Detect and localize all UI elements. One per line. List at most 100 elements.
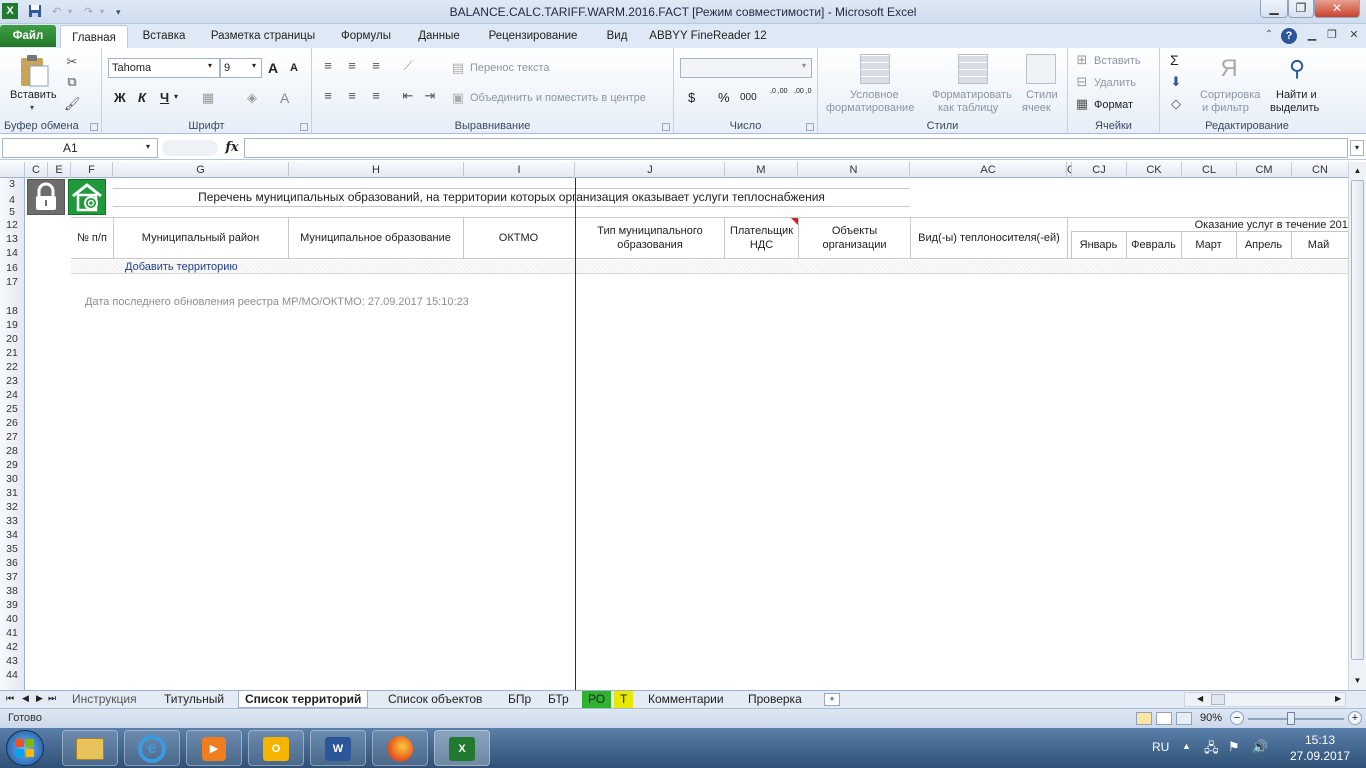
row-header[interactable]: 19 — [0, 319, 24, 331]
format-table-button-line2[interactable]: как таблицу — [938, 102, 998, 114]
clock-time[interactable]: 15:13 — [1290, 733, 1350, 747]
increase-decimal-button[interactable]: ,0 ,00 — [770, 88, 792, 96]
row-header[interactable]: 30 — [0, 473, 24, 485]
cut-icon[interactable]: ✂ — [64, 54, 80, 70]
name-box-dropdown-icon[interactable]: ▾ — [146, 142, 150, 151]
show-hidden-icons-icon[interactable]: ▲ — [1182, 741, 1191, 751]
row-header[interactable]: 33 — [0, 515, 24, 527]
column-header[interactable]: F — [71, 162, 113, 178]
insert-function-button[interactable]: fx — [222, 139, 242, 157]
sheet-tab[interactable]: Инструкция — [66, 691, 143, 708]
row-header[interactable]: 34 — [0, 529, 24, 541]
sheet-tab[interactable]: РО — [582, 691, 612, 708]
clock-date[interactable]: 27.09.2017 — [1284, 749, 1356, 763]
doc-close-icon[interactable]: ✕ — [1346, 28, 1362, 44]
page-layout-view-icon[interactable] — [1156, 712, 1172, 725]
align-bottom-icon[interactable]: ≡ — [368, 58, 384, 74]
orientation-icon[interactable]: ⟋ — [400, 58, 416, 74]
hscroll-right-icon[interactable]: ▶ — [1335, 694, 1341, 703]
horizontal-scrollbar[interactable]: ◀ ▶ — [1184, 692, 1346, 707]
row-header[interactable]: 28 — [0, 445, 24, 457]
row-header[interactable]: 39 — [0, 599, 24, 611]
row-header[interactable]: 5 — [0, 206, 24, 218]
restore-button[interactable]: ❐ — [1288, 0, 1314, 18]
column-header[interactable]: G — [113, 162, 289, 178]
sheet-tab[interactable]: Комментарии — [642, 691, 730, 708]
conditional-format-button-line2[interactable]: форматирование — [826, 102, 914, 114]
page-break-view-icon[interactable] — [1176, 712, 1192, 725]
row-header[interactable]: 43 — [0, 655, 24, 667]
find-select-button-line2[interactable]: выделить — [1270, 102, 1319, 114]
merge-center-button[interactable]: Объединить и поместить в центре — [470, 92, 646, 104]
column-header[interactable]: CN — [1292, 162, 1348, 178]
row-header[interactable]: 12 — [0, 219, 24, 231]
clear-icon[interactable]: ◇ — [1168, 96, 1184, 112]
doc-restore-icon[interactable]: ❐ — [1324, 28, 1340, 44]
paste-button[interactable]: Вставить — [10, 89, 57, 101]
decrease-indent-icon[interactable]: ⇤ — [400, 88, 416, 104]
row-header[interactable]: 29 — [0, 459, 24, 471]
insert-cells-button[interactable]: Вставить — [1094, 55, 1141, 67]
zoom-slider-track[interactable] — [1248, 718, 1344, 720]
row-header[interactable]: 32 — [0, 501, 24, 513]
row-header[interactable]: 4 — [0, 194, 24, 206]
last-sheet-icon[interactable]: ⏭ — [48, 693, 56, 704]
hscroll-thumb[interactable] — [1211, 694, 1225, 705]
sheet-tab[interactable]: БПр — [502, 691, 537, 708]
row-header[interactable]: 26 — [0, 417, 24, 429]
font-size-dropdown-icon[interactable]: ▾ — [252, 61, 256, 70]
column-header[interactable]: CK — [1127, 162, 1182, 178]
minimize-button[interactable]: ▁ — [1260, 0, 1288, 18]
row-header[interactable]: 37 — [0, 571, 24, 583]
format-cells-icon[interactable]: ▦ — [1074, 96, 1090, 112]
sheet-tab[interactable]: БТр — [542, 691, 575, 708]
sheet-grid[interactable]: Перечень муниципальных образований, на т… — [25, 178, 1348, 690]
row-header[interactable]: 20 — [0, 333, 24, 345]
tab-formulas[interactable]: Формулы — [332, 24, 400, 48]
row-header[interactable]: 3 — [0, 178, 24, 190]
row-header[interactable]: 24 — [0, 389, 24, 401]
prev-sheet-icon[interactable]: ◀ — [22, 693, 29, 704]
add-territory-link[interactable]: Добавить территорию — [125, 261, 238, 273]
row-header[interactable]: 44 — [0, 669, 24, 681]
minimize-ribbon-icon[interactable]: ⌃ — [1262, 29, 1276, 43]
number-launcher-icon[interactable] — [806, 123, 814, 131]
fill-color-icon[interactable]: ◈ — [244, 90, 260, 106]
row-header[interactable]: 42 — [0, 641, 24, 653]
merge-center-icon[interactable]: ▣ — [450, 90, 466, 106]
insert-sheet-icon[interactable]: + — [824, 693, 840, 706]
conditional-format-icon[interactable] — [860, 54, 890, 84]
scroll-down-icon[interactable]: ▼ — [1350, 674, 1365, 688]
tab-file[interactable]: Файл — [0, 25, 56, 47]
column-header[interactable]: AC — [910, 162, 1067, 178]
excel-taskbar-icon[interactable]: X — [434, 730, 490, 766]
zoom-level[interactable]: 90% — [1200, 712, 1222, 724]
column-header[interactable]: CM — [1237, 162, 1292, 178]
format-table-icon[interactable] — [958, 54, 988, 84]
lock-icon[interactable] — [27, 179, 65, 215]
row-header[interactable]: 14 — [0, 247, 24, 259]
row-header[interactable]: 22 — [0, 361, 24, 373]
column-header[interactable]: CL — [1182, 162, 1237, 178]
column-header[interactable]: CJ — [1072, 162, 1127, 178]
shrink-font-button[interactable]: A — [290, 62, 298, 74]
volume-icon[interactable]: 🔊 — [1252, 739, 1268, 755]
format-painter-icon[interactable]: 🖌 — [64, 96, 81, 112]
first-sheet-icon[interactable]: ⏮ — [6, 693, 14, 704]
sheet-tab[interactable]: Проверка — [742, 691, 808, 708]
tab-abbyy[interactable]: ABBYY FineReader 12 — [646, 24, 770, 48]
italic-button[interactable]: К — [138, 90, 146, 105]
borders-icon[interactable]: ▦ — [200, 90, 216, 106]
tab-insert[interactable]: Вставка — [134, 24, 194, 48]
thousands-button[interactable]: 000 — [740, 92, 757, 103]
scroll-thumb[interactable] — [1351, 180, 1364, 660]
format-cells-button[interactable]: Формат — [1094, 99, 1133, 111]
select-all-corner[interactable] — [0, 162, 25, 178]
row-header[interactable]: 41 — [0, 627, 24, 639]
tab-home[interactable]: Главная — [60, 25, 128, 48]
wrap-text-button[interactable]: Перенос текста — [470, 62, 550, 74]
cell-styles-icon[interactable] — [1026, 54, 1056, 84]
bold-button[interactable]: Ж — [114, 90, 126, 105]
tab-review[interactable]: Рецензирование — [478, 24, 588, 48]
row-header[interactable]: 25 — [0, 403, 24, 415]
